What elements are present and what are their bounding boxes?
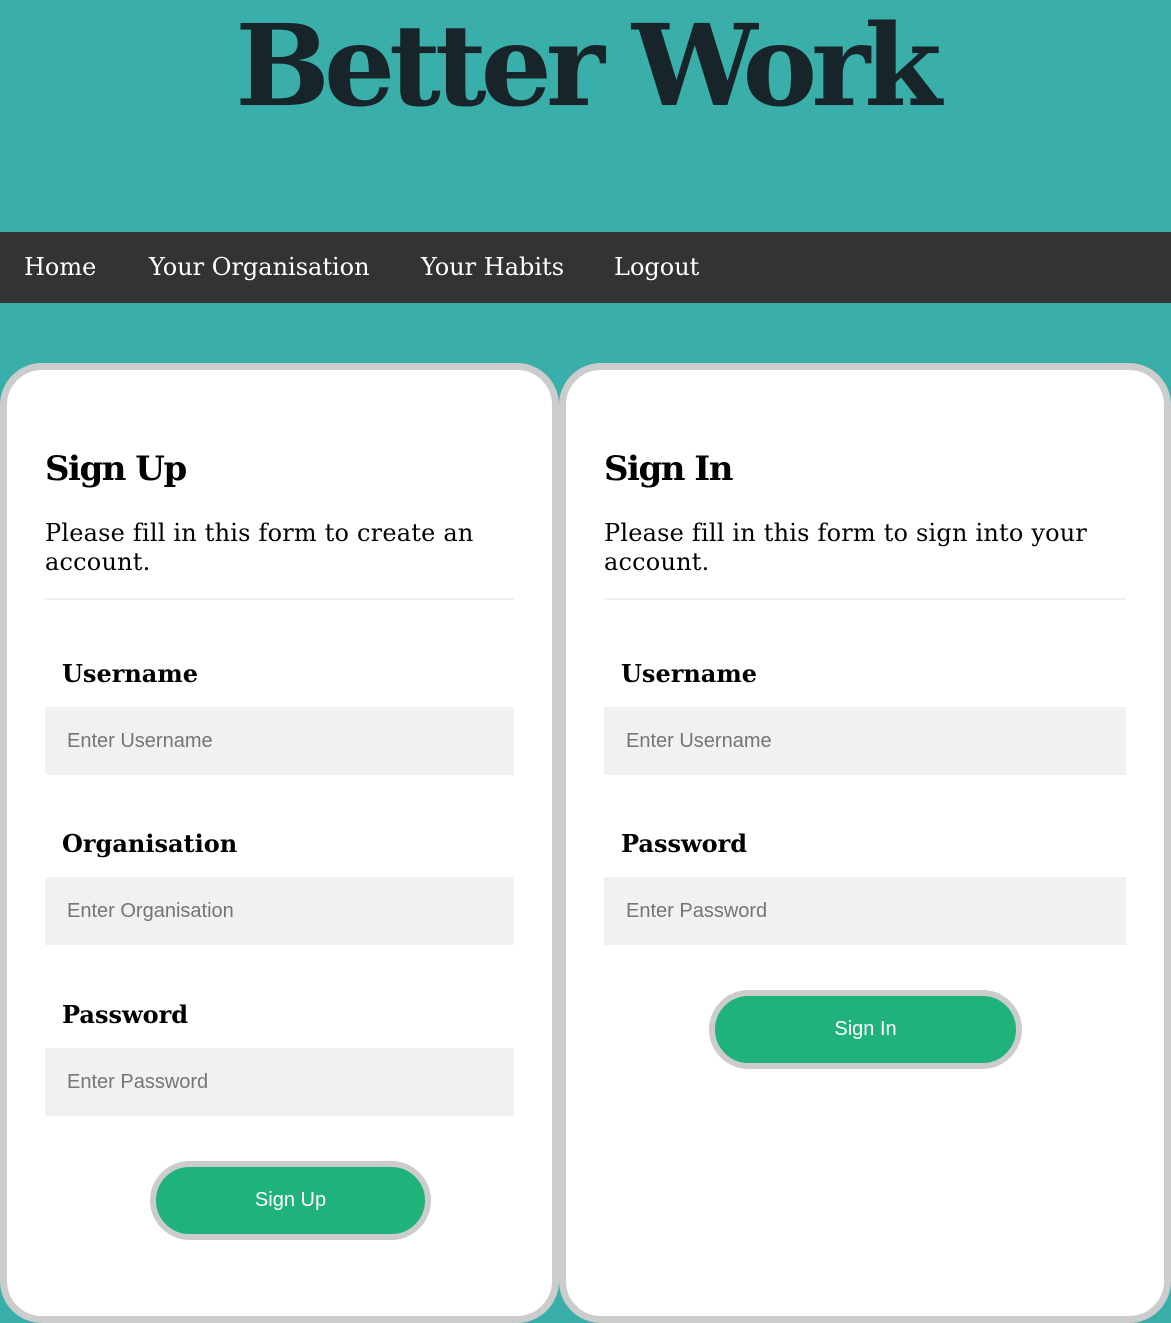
signup-card: Sign Up Please fill in this form to crea… bbox=[0, 363, 559, 1323]
site-title: Better Work bbox=[235, 1, 942, 132]
signin-card: Sign In Please fill in this form to sign… bbox=[559, 363, 1171, 1323]
signin-username-input[interactable] bbox=[604, 707, 1126, 775]
signup-password-input[interactable] bbox=[45, 1048, 514, 1116]
signin-button[interactable]: Sign In bbox=[709, 990, 1022, 1069]
site-header: Better Work bbox=[0, 0, 1171, 232]
signup-description-line-1: Please fill in this form to create an bbox=[45, 519, 474, 547]
signin-description-line-1: Please fill in this form to sign into yo… bbox=[604, 519, 1088, 547]
signup-title: Sign Up bbox=[45, 449, 187, 489]
signup-username-input[interactable] bbox=[45, 707, 514, 775]
signin-username-label: Username bbox=[621, 659, 758, 688]
nav-item-your-organisation[interactable]: Your Organisation bbox=[149, 232, 370, 303]
signin-description-line-2: account. bbox=[604, 548, 710, 576]
signin-title: Sign In bbox=[604, 449, 733, 489]
signin-password-label: Password bbox=[621, 829, 748, 858]
nav-item-home[interactable]: Home bbox=[24, 232, 96, 303]
main-nav: Home Your Organisation Your Habits Logou… bbox=[0, 232, 1171, 303]
signup-button[interactable]: Sign Up bbox=[150, 1161, 431, 1240]
signup-username-label: Username bbox=[62, 659, 199, 688]
signup-divider bbox=[45, 598, 514, 600]
nav-item-your-habits[interactable]: Your Habits bbox=[421, 232, 564, 303]
signup-password-label: Password bbox=[62, 1000, 189, 1029]
signup-organisation-input[interactable] bbox=[45, 877, 514, 945]
signup-organisation-label: Organisation bbox=[62, 829, 238, 858]
nav-item-logout[interactable]: Logout bbox=[614, 232, 699, 303]
signup-description: Please fill in this form to create an ac… bbox=[45, 519, 474, 577]
signin-password-input[interactable] bbox=[604, 877, 1126, 945]
signup-description-line-2: account. bbox=[45, 548, 151, 576]
signin-divider bbox=[604, 598, 1126, 600]
signin-description: Please fill in this form to sign into yo… bbox=[604, 519, 1087, 577]
